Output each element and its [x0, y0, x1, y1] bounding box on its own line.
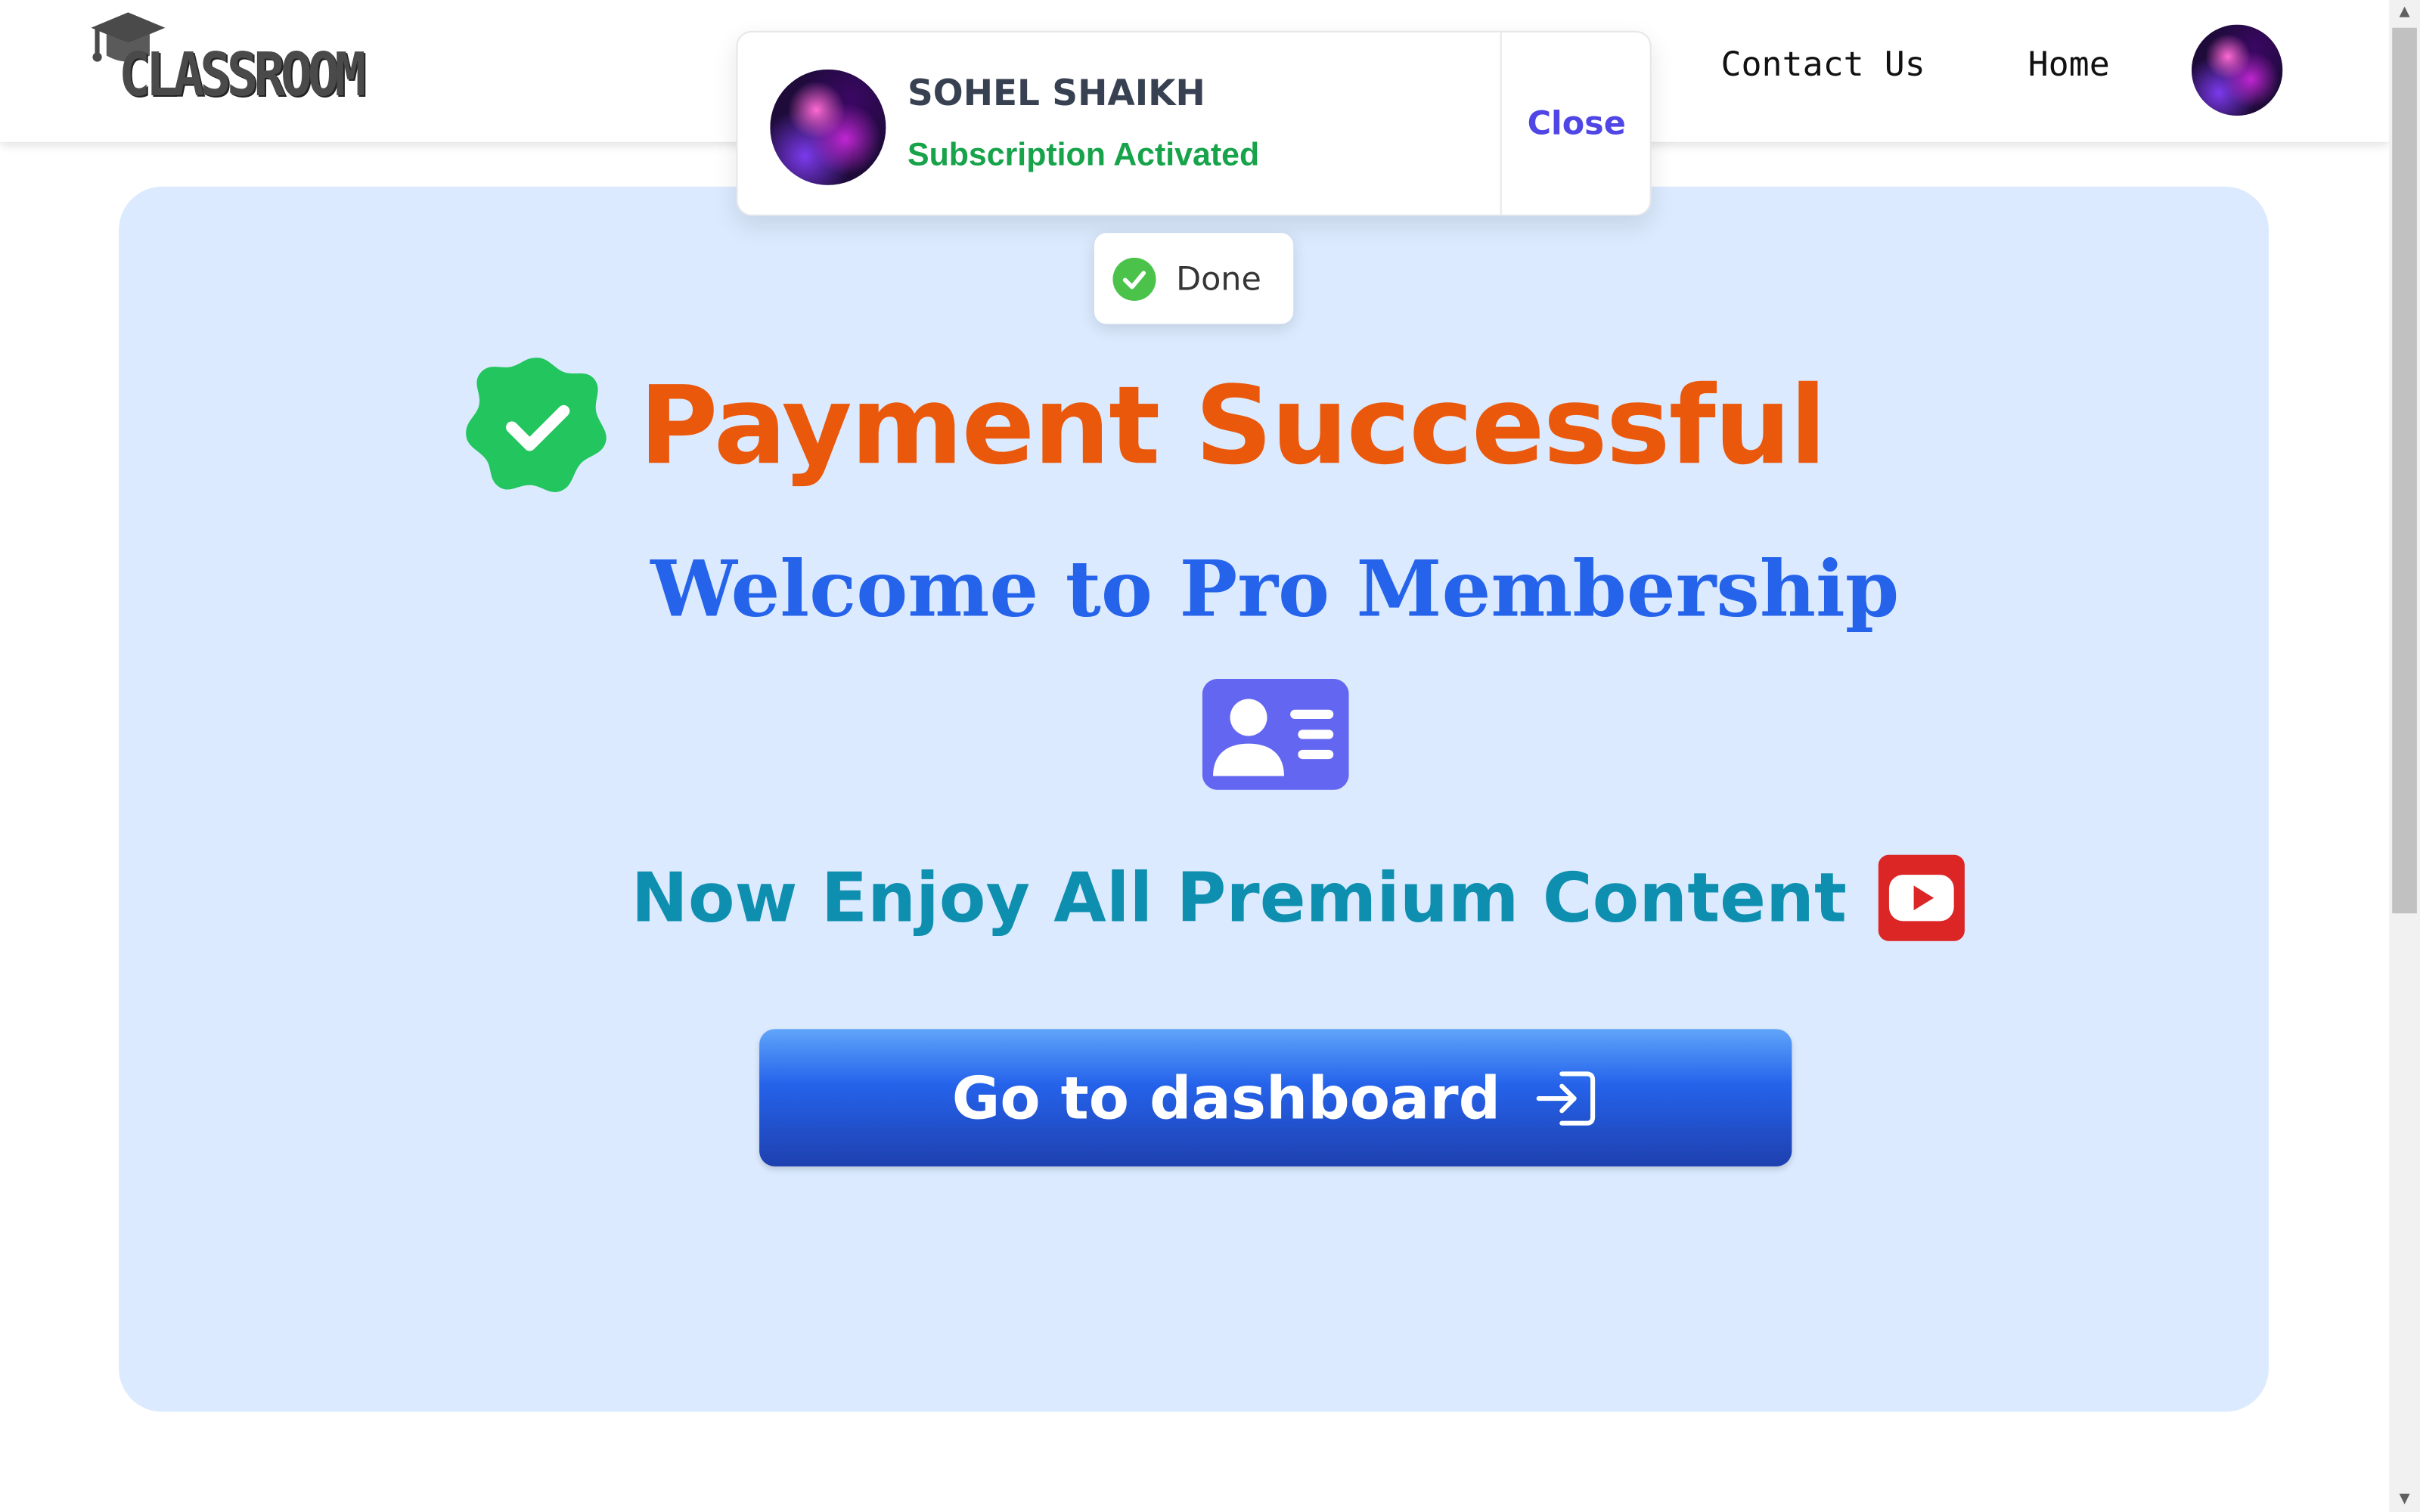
- go-to-dashboard-button[interactable]: Go to dashboard: [759, 1029, 1792, 1167]
- tagline: Now Enjoy All Premium Content: [631, 858, 1847, 937]
- avatar-image: [770, 69, 886, 185]
- go-to-dashboard-label: Go to dashboard: [951, 1064, 1501, 1132]
- check-circle-icon: [1112, 256, 1156, 300]
- nav-link-home[interactable]: Home: [2028, 46, 2110, 85]
- youtube-icon: [1877, 854, 1964, 941]
- login-icon: [1537, 1070, 1596, 1125]
- id-card-icon: [1202, 678, 1349, 790]
- close-button[interactable]: Close: [1502, 33, 1652, 215]
- headline-row: Payment Successful: [463, 349, 1826, 503]
- notification-avatar: [770, 69, 886, 185]
- nav-link-contact-us[interactable]: Contact Us: [1720, 46, 1925, 85]
- done-toast-message: Done: [1176, 259, 1261, 297]
- logo[interactable]: CLASSROOM: [88, 9, 396, 111]
- user-avatar[interactable]: [2191, 24, 2283, 116]
- verified-badge-icon: [466, 358, 607, 492]
- subscription-notification: SOHEL SHAIKH Subscription Activated Clos…: [736, 30, 1652, 216]
- welcome-heading: Welcome to Pro Membership: [650, 543, 1900, 634]
- done-toast: Done: [1094, 233, 1294, 324]
- tagline-row: Now Enjoy All Premium Content: [631, 852, 1964, 944]
- notification-user-name: SOHEL SHAIKH: [907, 73, 1205, 115]
- scroll-up-arrow-icon[interactable]: ▲: [2389, 0, 2420, 25]
- notification-status: Subscription Activated: [907, 137, 1260, 173]
- page-title: Payment Successful: [638, 362, 1826, 489]
- scrollbar-thumb[interactable]: [2392, 27, 2417, 914]
- scroll-down-arrow-icon[interactable]: ▼: [2389, 1487, 2420, 1512]
- avatar-image: [2191, 24, 2283, 116]
- logo-text: CLASSROOM: [119, 40, 366, 111]
- scrollbar[interactable]: ▲ ▼: [2389, 0, 2420, 1512]
- page: CLASSROOM Contact Us Home Payment Succes…: [0, 0, 2420, 1512]
